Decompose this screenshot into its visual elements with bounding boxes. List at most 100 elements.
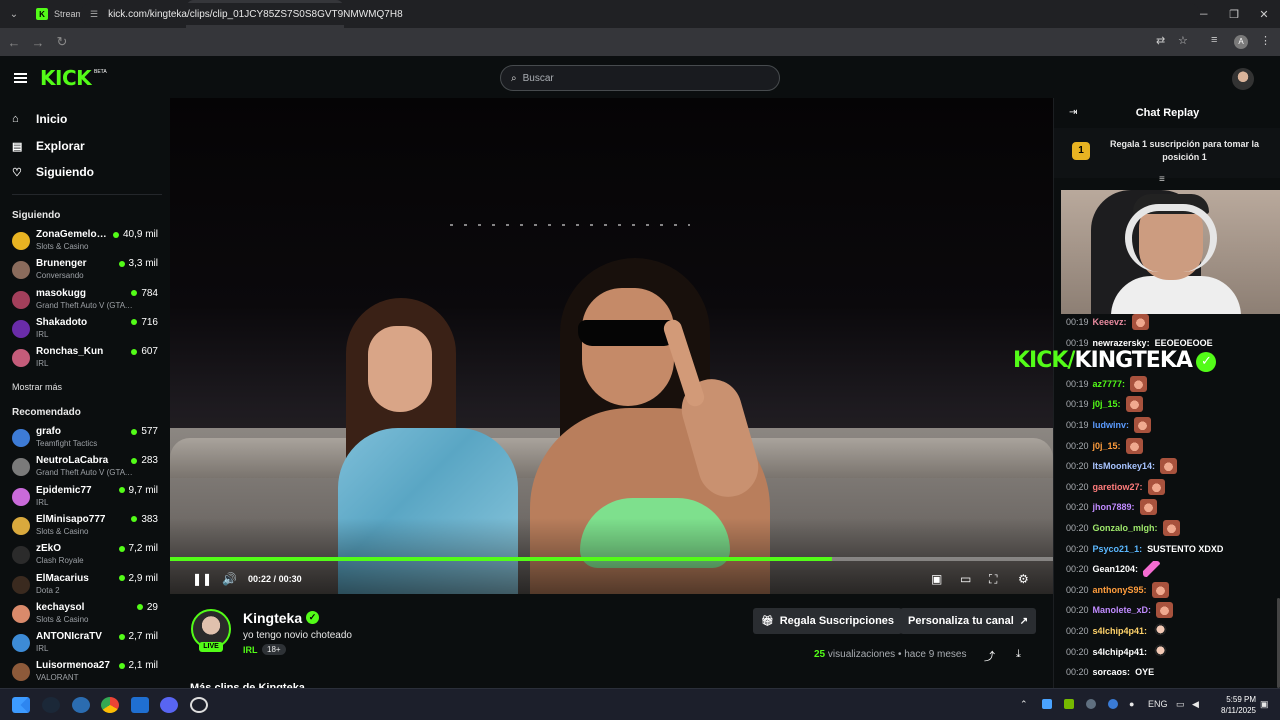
live-dot-icon (118, 487, 125, 494)
chat-username[interactable]: j0j_15: (1093, 399, 1121, 409)
sidebar-item-siguiendo[interactable]: ♡ Siguiendo (12, 165, 94, 179)
volume-tray-icon[interactable]: ◀ (1192, 699, 1199, 710)
sidebar-channel[interactable]: Shakadoto IRL 716 (12, 316, 162, 344)
sidebar-channel[interactable]: ANTONIcraTV IRL 2,7 mil (12, 630, 162, 658)
chat-username[interactable]: jhon7889: (1093, 502, 1135, 512)
video-player[interactable]: ❚❚ 🔊 00:22 / 00:30 ▣ ▭ ⛶ ⚙ (170, 98, 1053, 594)
sidebar-channel[interactable]: Brunenger Conversando 3,3 mil (12, 257, 162, 285)
emote-icon (1147, 478, 1165, 495)
chat-username[interactable]: ItsMoonkey14: (1093, 461, 1156, 471)
notes-icon[interactable] (131, 697, 149, 713)
clock[interactable]: 5:59 PM 8/11/2025 (1212, 694, 1256, 716)
viewer-count: 3,3 mil (118, 258, 158, 269)
scroll-filter-icon[interactable]: ≡ (1159, 174, 1165, 185)
reload-icon[interactable]: ↻ (50, 34, 74, 50)
notification-icon[interactable]: ▣ (1260, 699, 1269, 710)
sidebar-channel[interactable]: ElMacarius Dota 2 2,9 mil (12, 572, 162, 600)
time-total: 00:30 (278, 574, 302, 584)
playback-speed-icon[interactable]: ⚙ (1018, 572, 1029, 586)
recorder-icon[interactable] (190, 697, 208, 713)
maximize-window-icon[interactable]: ❐ (1218, 0, 1250, 28)
sidebar-channel[interactable]: zEkO Clash Royale 7,2 mil (12, 542, 162, 570)
sidebar-channel[interactable]: ElMinisapo777 Slots & Casino 383 (12, 513, 162, 541)
chat-username[interactable]: Keeevz: (1093, 317, 1127, 327)
globe-icon[interactable] (72, 697, 90, 713)
chat-text: OYE (1135, 667, 1155, 678)
chat-username[interactable]: anthonyS95: (1093, 585, 1147, 595)
age-tag: 18+ (262, 644, 286, 655)
address-bar[interactable]: ☰ kick.com/kingteka/clips/clip_01JCY85ZS… (80, 3, 1200, 25)
chat-username[interactable]: Gonzalo_mlgh: (1093, 523, 1158, 533)
steam-icon[interactable] (42, 697, 60, 713)
sidebar-channel[interactable]: ZonaGemelosOficial Slots & Casino 40,9 mil (12, 228, 162, 256)
steam-tray-icon[interactable] (1086, 699, 1096, 709)
tray-overflow-icon[interactable]: ⌃ (1020, 699, 1028, 710)
chat-username[interactable]: j0j_15: (1093, 441, 1121, 451)
collapse-chat-icon[interactable]: ⇥ (1069, 107, 1077, 118)
verified-icon: ✓ (306, 611, 319, 624)
theater-mode-icon[interactable]: ▭ (960, 572, 971, 586)
progress-bar[interactable] (170, 557, 1053, 561)
close-window-icon[interactable]: ✕ (1248, 0, 1280, 28)
discord-icon[interactable] (160, 697, 178, 713)
channel-avatar (12, 546, 30, 565)
views-count: 25 (814, 649, 826, 660)
start-icon[interactable] (12, 697, 30, 713)
show-more-link[interactable]: Mostrar más (12, 382, 62, 392)
forward-icon[interactable]: → (26, 35, 50, 50)
channel-name[interactable]: Kingteka (243, 610, 302, 626)
chat-username[interactable]: Gean1204: (1093, 564, 1139, 574)
user-avatar[interactable] (1232, 68, 1254, 90)
sidebar-channel[interactable]: kechaysol Slots & Casino 29 (12, 601, 162, 629)
sidebar-channel[interactable]: NeutroLaCabra Grand Theft Auto V (GTA V) 2… (12, 454, 162, 482)
share-icon[interactable]: ⤴ (984, 648, 995, 664)
tray-app-icon[interactable] (1042, 699, 1052, 709)
tab-search-button[interactable]: ⌄ (0, 0, 28, 28)
chat-username[interactable]: ludwinv: (1093, 420, 1130, 430)
chat-text: EEOEOEOOE (1154, 337, 1213, 348)
chat-username[interactable]: newrazersky: (1093, 338, 1150, 348)
hamburger-menu-icon[interactable] (14, 73, 27, 83)
chat-username[interactable]: s4lchip4p41: (1093, 626, 1148, 636)
customize-channel-button[interactable]: Personaliza tu canal ↗ (900, 608, 1037, 634)
sidebar-channel[interactable]: Luisormenoa27 VALORANT 2,1 mil (12, 659, 162, 687)
bluetooth-icon[interactable] (1108, 699, 1118, 709)
sidebar-channel[interactable]: Ronchas_Kun IRL 607 (12, 345, 162, 373)
download-icon[interactable]: ⤓ (1016, 648, 1021, 661)
reading-list-icon[interactable]: ≡ (1211, 34, 1217, 46)
chat-username[interactable]: s4lchip4p41: (1093, 647, 1148, 657)
sidebar-item-explorar[interactable]: ▤ Explorar (12, 139, 85, 153)
translate-icon[interactable]: ⇄ (1156, 34, 1165, 47)
sidebar-channel[interactable]: masokugg Grand Theft Auto V (GTA V) 784 (12, 287, 162, 315)
pinned-gift-banner[interactable]: 1 Regala 1 suscripción para tomar la pos… (1054, 128, 1280, 178)
language-indicator[interactable]: ENG (1148, 699, 1168, 709)
microphone-icon[interactable]: ● (1129, 699, 1134, 709)
site-info-icon[interactable]: ☰ (90, 9, 98, 20)
back-icon[interactable]: ← (2, 35, 26, 50)
pause-icon[interactable]: ❚❚ (192, 572, 212, 586)
chrome-icon[interactable] (101, 697, 119, 713)
chat-username[interactable]: Psyco21_1: (1093, 544, 1143, 554)
volume-icon[interactable]: 🔊 (222, 572, 237, 586)
category-tag[interactable]: IRL (243, 645, 258, 655)
sidebar-channel[interactable]: Epidemic77 IRL 9,7 mil (12, 484, 162, 512)
heart-icon: ♡ (12, 166, 22, 179)
browser-menu-icon[interactable]: ⋮ (1260, 34, 1271, 47)
chat-username[interactable]: sorcaos: (1093, 667, 1131, 677)
profile-avatar[interactable]: A (1234, 35, 1248, 49)
search-input[interactable]: ⌕ Buscar (500, 65, 780, 91)
kick-logo[interactable]: KICK (40, 66, 92, 90)
sidebar-channel[interactable]: grafo Teamfight Tactics 577 (12, 425, 162, 453)
network-icon[interactable]: ▭ (1176, 699, 1185, 710)
emote-icon (1131, 314, 1149, 330)
fullscreen-icon[interactable]: ⛶ (989, 572, 997, 587)
nvidia-icon[interactable] (1064, 699, 1074, 709)
gift-subscriptions-button[interactable]: 🎁︎ Regala Suscripciones (753, 608, 903, 634)
chat-username[interactable]: Manolete_xD: (1093, 605, 1152, 615)
bookmark-star-icon[interactable]: ☆ (1178, 34, 1188, 47)
chat-timestamp: 00:20 (1066, 461, 1089, 472)
sidebar-item-inicio[interactable]: ⌂ Inicio (12, 112, 67, 126)
chat-username[interactable]: az7777: (1093, 379, 1126, 389)
pip-icon[interactable]: ▣ (931, 572, 942, 586)
chat-username[interactable]: garetiow27: (1093, 482, 1143, 492)
